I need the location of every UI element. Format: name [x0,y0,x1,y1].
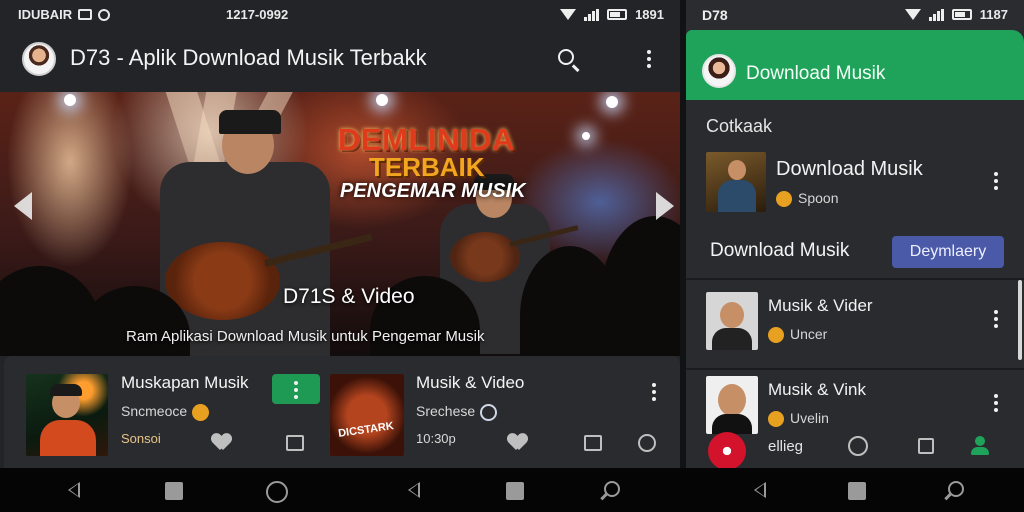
music-card[interactable]: Muskapan Musik Sncmeoce Sonsoi [26,370,326,456]
badge-icon [192,403,210,421]
card-subtitle: Sncmeoce [121,403,210,421]
badge-icon [768,411,784,428]
more-vert-icon[interactable] [652,383,656,401]
avatar[interactable] [22,42,56,76]
heart-icon[interactable] [508,434,528,452]
row-action-button[interactable]: Deymlaery [892,236,1004,268]
stage-spotlight [582,132,590,140]
card-meta: 10:30p [416,431,456,446]
status-time: 1891 [635,7,664,22]
stage-spotlight [606,96,618,108]
list-thumbnail [706,292,758,350]
card-title: Muskapan Musik [121,373,249,392]
status-left: IDUBAIR [18,7,111,22]
divider [686,368,1024,370]
card-menu-button[interactable] [272,374,320,404]
back-icon[interactable] [754,482,766,498]
app-bar: D73 - Aplik Download Musik Terbakk [0,28,680,90]
list-subtitle: Uncer [768,326,827,344]
battery-icon [607,9,628,20]
wifi-icon [904,9,921,20]
list-subtitle: Uvelin [768,410,829,428]
wifi-icon [560,9,577,20]
more-vert-icon [294,381,298,399]
status-center: 1217-0992 [226,7,288,22]
info-icon [480,403,498,421]
section-label: Cotkaak [706,116,773,136]
back-icon[interactable] [68,482,80,498]
featured-title: Download Musik [776,158,923,180]
stage-spotlight [64,94,76,106]
status-center-text: 1217-0992 [226,7,289,22]
assistant-icon[interactable] [948,481,964,497]
music-card[interactable]: DICSTARK Musik & Video Srechese 10:30p [330,370,670,456]
more-vert-icon[interactable] [994,310,998,328]
list-title: Musik & Vider [768,296,873,315]
recents-icon[interactable] [266,481,288,503]
status-carrier: D78 [702,7,728,23]
record-button[interactable] [708,432,746,468]
featured-subtitle: Spoon [776,190,838,208]
carousel-next-icon[interactable] [656,192,674,220]
drawer-header[interactable]: Download Musik [686,30,1024,100]
hero-banner[interactable]: DEMLINIDA TERBAIK PENGEMAR MUSIK D71S & … [0,92,680,356]
card-row: Muskapan Musik Sncmeoce Sonsoi DICSTARK … [4,356,680,468]
speaker-icon[interactable] [918,438,934,454]
card-meta: Sonsoi [121,431,161,446]
heart-icon[interactable] [212,434,232,452]
profile-icon[interactable] [638,434,656,452]
scrollbar[interactable] [1018,280,1022,360]
badge-icon [768,327,784,344]
badge-icon [776,191,792,208]
hero-caption: D71S & Video [283,285,415,308]
person-icon[interactable] [970,436,990,456]
chat-icon[interactable] [584,435,602,451]
status-right: 1187 [904,7,1008,22]
status-right: 1891 [560,7,664,22]
assistant-icon[interactable] [604,481,620,497]
main-screen: IDUBAIR 1217-0992 1891 D73 - Aplik Downl… [0,0,680,468]
bottom-toolbar: ellieg [686,426,1024,468]
bottom-label: ellieg [768,438,804,455]
status-carrier: IDUBAIR [18,7,73,22]
status-bar: IDUBAIR 1217-0992 1891 [0,0,680,28]
drawer-screen: D78 1187 Download Musik Cotkaak Download… [686,0,1024,468]
crowd-silhouette [600,216,680,356]
hero-title-line2: TERBAIK [369,152,485,182]
stage-spotlight [376,94,388,106]
app-title: D73 - Aplik Download Musik Terbakk [70,45,427,70]
avatar[interactable] [702,54,736,88]
card-thumbnail [26,374,108,456]
more-vert-icon[interactable] [994,172,998,190]
card-thumbnail: DICSTARK [330,374,404,456]
image-icon [78,9,93,20]
emoji-icon[interactable] [848,436,868,456]
status-bar: D78 1187 [686,0,1024,30]
featured-thumbnail [706,152,766,212]
signal-icon [584,8,600,21]
search-icon[interactable] [558,49,574,65]
device-screenshot: IDUBAIR 1217-0992 1891 D73 - Aplik Downl… [0,0,1024,512]
card-title: Musik & Video [416,373,525,392]
hero-subtitle: Ram Aplikasi Download Musik untuk Pengem… [126,328,485,345]
more-vert-icon[interactable] [994,394,998,412]
home-icon[interactable] [165,482,183,500]
signal-icon [928,8,944,21]
system-nav-bar [0,468,1024,512]
hero-title-line3: PENGEMAR MUSIK [340,180,526,202]
sync-icon [98,8,111,21]
divider [686,278,1024,280]
back-icon[interactable] [408,482,420,498]
row-header: Download Musik [710,240,850,261]
carousel-prev-icon[interactable] [14,192,32,220]
drawer-title: Download Musik [746,63,886,84]
more-vert-icon[interactable] [647,50,651,68]
status-time: 1187 [979,7,1008,22]
home-icon[interactable] [506,482,524,500]
battery-icon [951,9,972,20]
home-icon[interactable] [848,482,866,500]
chart-icon[interactable] [286,435,304,451]
list-title: Musik & Vink [768,380,866,399]
card-subtitle: Srechese [416,403,498,421]
